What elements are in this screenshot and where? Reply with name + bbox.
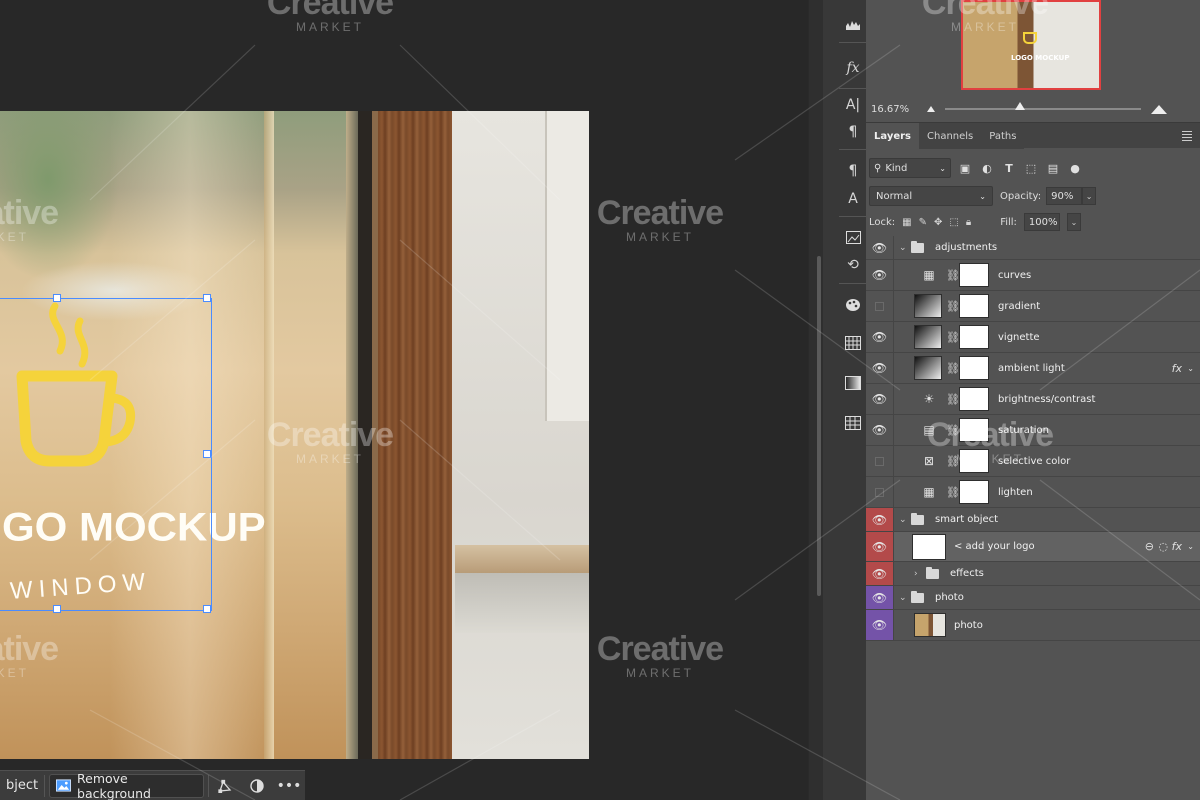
watermark-lines <box>89 44 1200 800</box>
photoshop-window: GO MOCKUP WINDOW bject Remove background… <box>0 0 1200 800</box>
